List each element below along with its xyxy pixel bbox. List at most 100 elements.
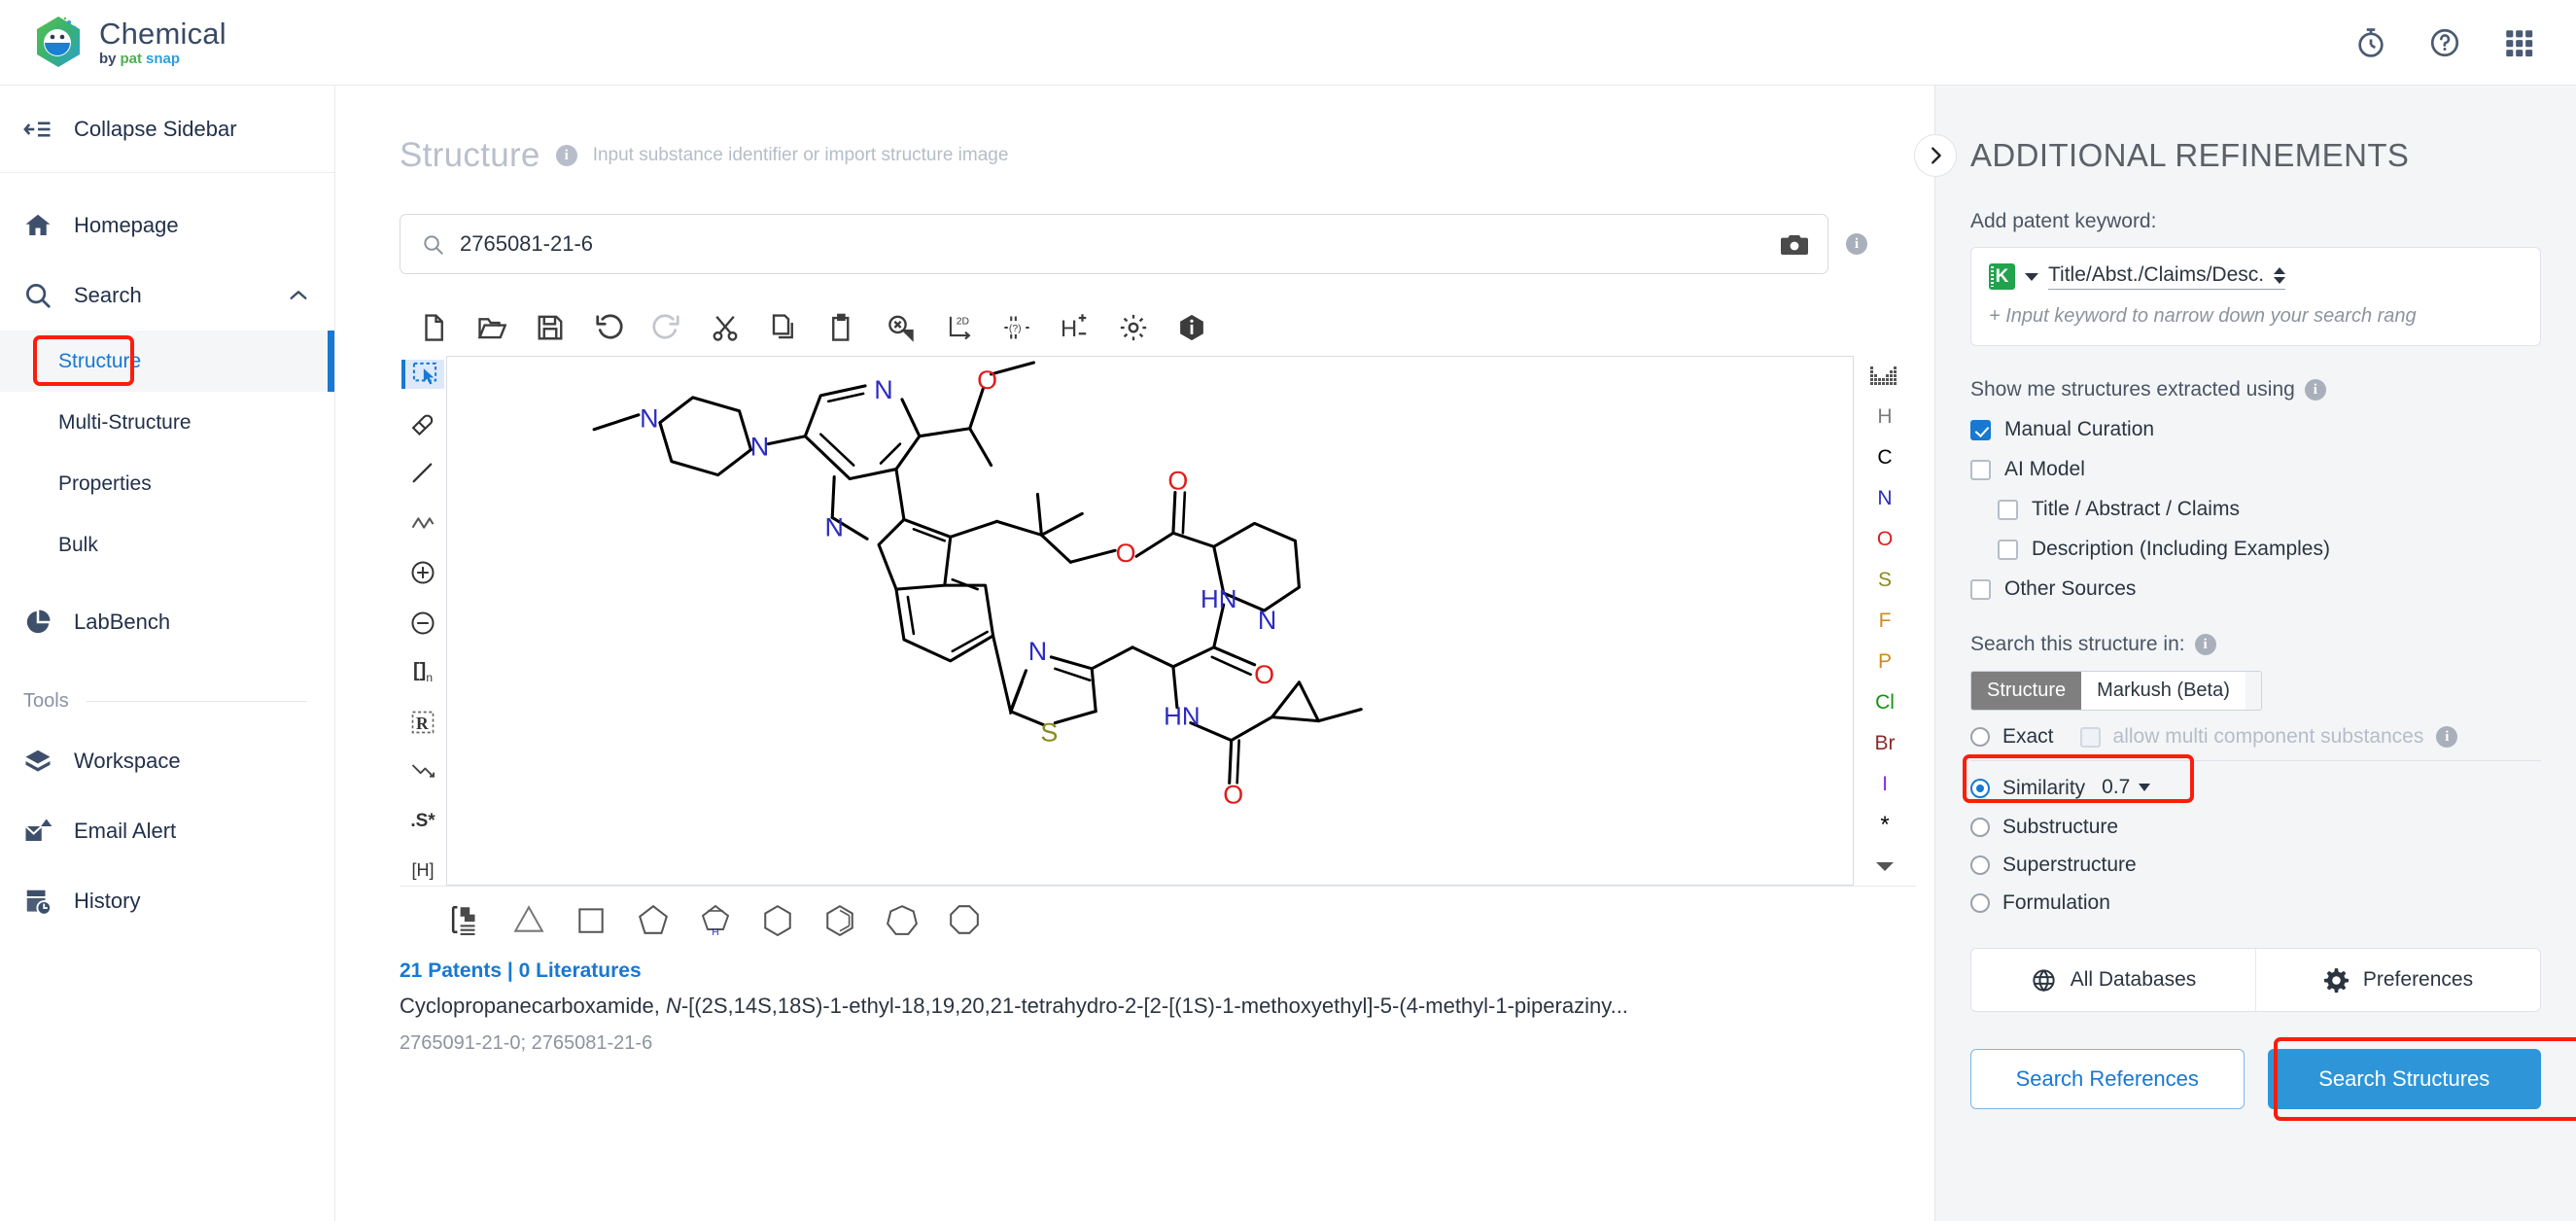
radio-superstructure[interactable]: Superstructure <box>1970 854 2541 877</box>
checkbox-title-abstract-claims[interactable]: Title / Abstract / Claims <box>1998 498 2541 521</box>
search-references-button[interactable]: Search References <box>1970 1049 2245 1109</box>
copy-icon[interactable] <box>769 313 798 342</box>
brand-logo[interactable]: Chemical by patsnap <box>33 15 226 71</box>
cyclopentane-icon[interactable] <box>637 903 670 936</box>
molecule-canvas[interactable]: N N N O N O O HN x N <box>446 356 1854 886</box>
checkbox-ai-model[interactable]: AI Model <box>1970 458 2541 481</box>
redo-icon[interactable] <box>652 313 681 342</box>
keyword-badge-icon[interactable]: K <box>1989 263 2015 290</box>
info-icon[interactable]: i <box>2305 379 2326 401</box>
keyword-badge-caret-icon[interactable] <box>2025 273 2038 281</box>
search-input-wrapper[interactable]: 2765081-21-6 <box>400 214 1828 274</box>
cyclohexane-icon[interactable] <box>761 903 794 936</box>
charge-plus-tool[interactable] <box>403 558 442 587</box>
preferences-button[interactable]: Preferences <box>2255 949 2540 1011</box>
tab-markush-beta[interactable]: Markush (Beta) <box>2081 672 2245 710</box>
checkbox-allow-multi-component[interactable] <box>2080 727 2101 748</box>
radio-formulation[interactable]: Formulation <box>1970 891 2541 915</box>
sidebar-item-bulk[interactable]: Bulk <box>0 514 334 576</box>
element-button-H[interactable]: H <box>1877 402 1892 432</box>
r-group-tool[interactable]: R <box>403 708 442 737</box>
help-icon[interactable] <box>2428 26 2461 59</box>
cycloheptane-icon[interactable] <box>886 903 919 936</box>
sidebar-item-properties-label: Properties <box>58 472 152 496</box>
query-properties-icon[interactable]: (?) <box>1002 313 1031 342</box>
radio-substructure[interactable]: Substructure <box>1970 816 2541 839</box>
element-button-Cl[interactable]: Cl <box>1875 688 1895 717</box>
tab-structure[interactable]: Structure <box>1971 672 2081 710</box>
sidebar-item-labbench[interactable]: LabBench <box>0 587 334 657</box>
panel-collapse-button[interactable] <box>1914 134 1957 177</box>
undo-icon[interactable] <box>594 313 623 342</box>
camera-icon[interactable] <box>1781 233 1808 256</box>
timer-icon[interactable] <box>2354 26 2387 59</box>
checkbox-other-sources[interactable]: Other Sources <box>1970 577 2541 601</box>
sidebar-item-homepage[interactable]: Homepage <box>0 191 334 261</box>
element-button-F[interactable]: F <box>1879 607 1892 636</box>
charge-minus-tool[interactable] <box>403 608 442 637</box>
search-info-icon[interactable]: i <box>1846 233 1867 255</box>
layout-2d-icon[interactable]: 2D <box>944 313 973 342</box>
hydrogen-toggle-icon[interactable]: H <box>1061 313 1090 342</box>
element-button-P[interactable]: P <box>1878 647 1892 677</box>
element-button-C[interactable]: C <box>1877 443 1892 472</box>
similarity-threshold-select[interactable]: 0.7 <box>2098 776 2154 801</box>
substance-name: Cyclopropanecarboxamide, N-[(2S,14S,18S)… <box>400 993 1916 1021</box>
paste-icon[interactable] <box>827 313 856 342</box>
cyclobutane-icon[interactable] <box>574 903 608 936</box>
repeat-group-tool[interactable]: []n <box>403 658 442 687</box>
pyrrole-icon[interactable]: H <box>699 903 732 936</box>
element-button-Br[interactable]: Br <box>1875 729 1896 758</box>
zoom-select-icon[interactable] <box>886 313 915 342</box>
keyword-input[interactable]: + Input keyword to narrow down your sear… <box>1989 305 2523 328</box>
periodic-table-glyph <box>1870 366 1899 386</box>
element-button-any[interactable]: * <box>1880 811 1889 840</box>
info-icon[interactable] <box>1177 313 1206 342</box>
template-library-icon[interactable] <box>450 903 483 936</box>
all-databases-button[interactable]: All Databases <box>1971 949 2255 1011</box>
patents-literatures-link[interactable]: 21 Patents | 0 Literatures <box>400 959 1916 983</box>
benzene-icon[interactable] <box>823 903 856 936</box>
keyword-scope-select[interactable]: Title/Abst./Claims/Desc. <box>2048 263 2285 290</box>
sidebar-item-email-alert[interactable]: Email Alert <box>0 796 334 866</box>
cut-icon[interactable] <box>711 313 740 342</box>
chain-tool[interactable] <box>403 508 442 538</box>
apps-grid-icon[interactable] <box>2502 26 2535 59</box>
sidebar-item-search[interactable]: Search <box>0 261 334 331</box>
radio-exact[interactable]: Exact allow multi component substances i <box>1970 725 2541 749</box>
element-button-S[interactable]: S <box>1878 566 1892 595</box>
search-input[interactable]: 2765081-21-6 <box>460 231 1765 257</box>
open-folder-icon[interactable] <box>477 313 506 342</box>
checkbox-description[interactable]: Description (Including Examples) <box>1998 538 2541 561</box>
reaction-arrow-tool[interactable] <box>403 757 442 786</box>
periodic-table-icon[interactable] <box>1870 362 1899 391</box>
page-title: Structure <box>400 136 540 175</box>
eraser-tool[interactable] <box>403 409 442 438</box>
cyclooctane-icon[interactable] <box>948 903 981 936</box>
collapse-sidebar-button[interactable]: Collapse Sidebar <box>0 86 334 173</box>
new-file-icon[interactable] <box>419 313 448 342</box>
sidebar-item-structure[interactable]: Structure <box>0 331 334 392</box>
info-icon[interactable]: i <box>556 145 577 166</box>
search-structures-button[interactable]: Search Structures <box>2268 1049 2542 1109</box>
chevron-down-icon[interactable] <box>1874 852 1896 881</box>
element-button-N[interactable]: N <box>1877 484 1892 513</box>
element-button-O[interactable]: O <box>1877 525 1893 554</box>
checkbox-box <box>1970 460 1991 480</box>
sidebar-item-workspace[interactable]: Workspace <box>0 726 334 796</box>
save-icon[interactable] <box>536 313 565 342</box>
sidebar-item-history[interactable]: History <box>0 866 334 936</box>
select-rectangle-tool[interactable] <box>401 360 444 389</box>
cyclopropane-icon[interactable] <box>512 903 545 936</box>
sidebar-item-multi-structure[interactable]: Multi-Structure <box>0 392 334 453</box>
info-icon[interactable]: i <box>2436 726 2457 748</box>
sidebar-item-properties[interactable]: Properties <box>0 453 334 514</box>
checkbox-manual-curation[interactable]: Manual Curation <box>1970 418 2541 441</box>
radio-similarity[interactable]: Similarity 0.7 <box>1970 776 2541 801</box>
explicit-hydrogen-tool[interactable]: [H] <box>403 856 442 886</box>
settings-gear-icon[interactable] <box>1119 313 1148 342</box>
element-button-I[interactable]: I <box>1882 770 1888 799</box>
stereo-tool[interactable]: .S* <box>403 807 442 836</box>
info-icon[interactable]: i <box>2195 634 2216 655</box>
bond-single-tool[interactable] <box>403 459 442 488</box>
